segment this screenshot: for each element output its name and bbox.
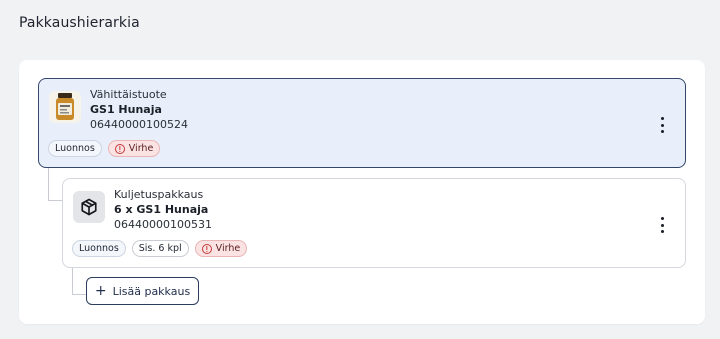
item-gtin: 06440000100524	[90, 118, 188, 131]
alert-circle-icon	[114, 143, 125, 154]
item-type: Kuljetuspakkaus	[114, 188, 204, 201]
hierarchy-panel: Vähittäistuote GS1 Hunaja 06440000100524…	[19, 60, 705, 324]
product-thumbnail	[49, 91, 81, 123]
error-badge[interactable]: Virhe	[107, 140, 161, 157]
alert-circle-icon	[201, 243, 212, 254]
contents-badge: Sis. 6 kpl	[131, 240, 189, 257]
plus-icon: +	[94, 282, 107, 299]
status-badge: Luonnos	[72, 240, 126, 257]
package-icon	[81, 198, 97, 216]
package-thumbnail	[73, 191, 105, 223]
item-info: Kuljetuspakkaus 6 x GS1 Hunaja 064400001…	[114, 187, 212, 232]
item-name: GS1 Hunaja	[90, 103, 162, 116]
tree-connector	[72, 268, 87, 295]
hierarchy-card-shipping-package[interactable]: Kuljetuspakkaus 6 x GS1 Hunaja 064400001…	[62, 178, 686, 268]
honey-jar-image	[56, 93, 74, 120]
add-package-button[interactable]: + Lisää pakkaus	[86, 277, 199, 305]
tree-connector	[48, 168, 63, 201]
add-package-label: Lisää pakkaus	[112, 284, 191, 298]
error-badge-label: Virhe	[128, 143, 154, 154]
error-badge-label: Virhe	[215, 243, 241, 254]
status-badge: Luonnos	[48, 140, 102, 157]
item-type: Vähittäistuote	[90, 88, 167, 101]
page-title: Pakkaushierarkia	[19, 15, 140, 31]
item-info: Vähittäistuote GS1 Hunaja 06440000100524	[90, 87, 188, 132]
error-badge[interactable]: Virhe	[194, 240, 248, 257]
hierarchy-card-retail-item[interactable]: Vähittäistuote GS1 Hunaja 06440000100524…	[38, 78, 686, 168]
badge-row: Luonnos Sis. 6 kpl Virhe	[72, 240, 248, 257]
more-options-icon[interactable]	[659, 217, 665, 233]
item-name: 6 x GS1 Hunaja	[114, 203, 209, 216]
badge-row: Luonnos Virhe	[48, 140, 161, 157]
more-options-icon[interactable]	[659, 117, 665, 133]
item-gtin: 06440000100531	[114, 218, 212, 231]
